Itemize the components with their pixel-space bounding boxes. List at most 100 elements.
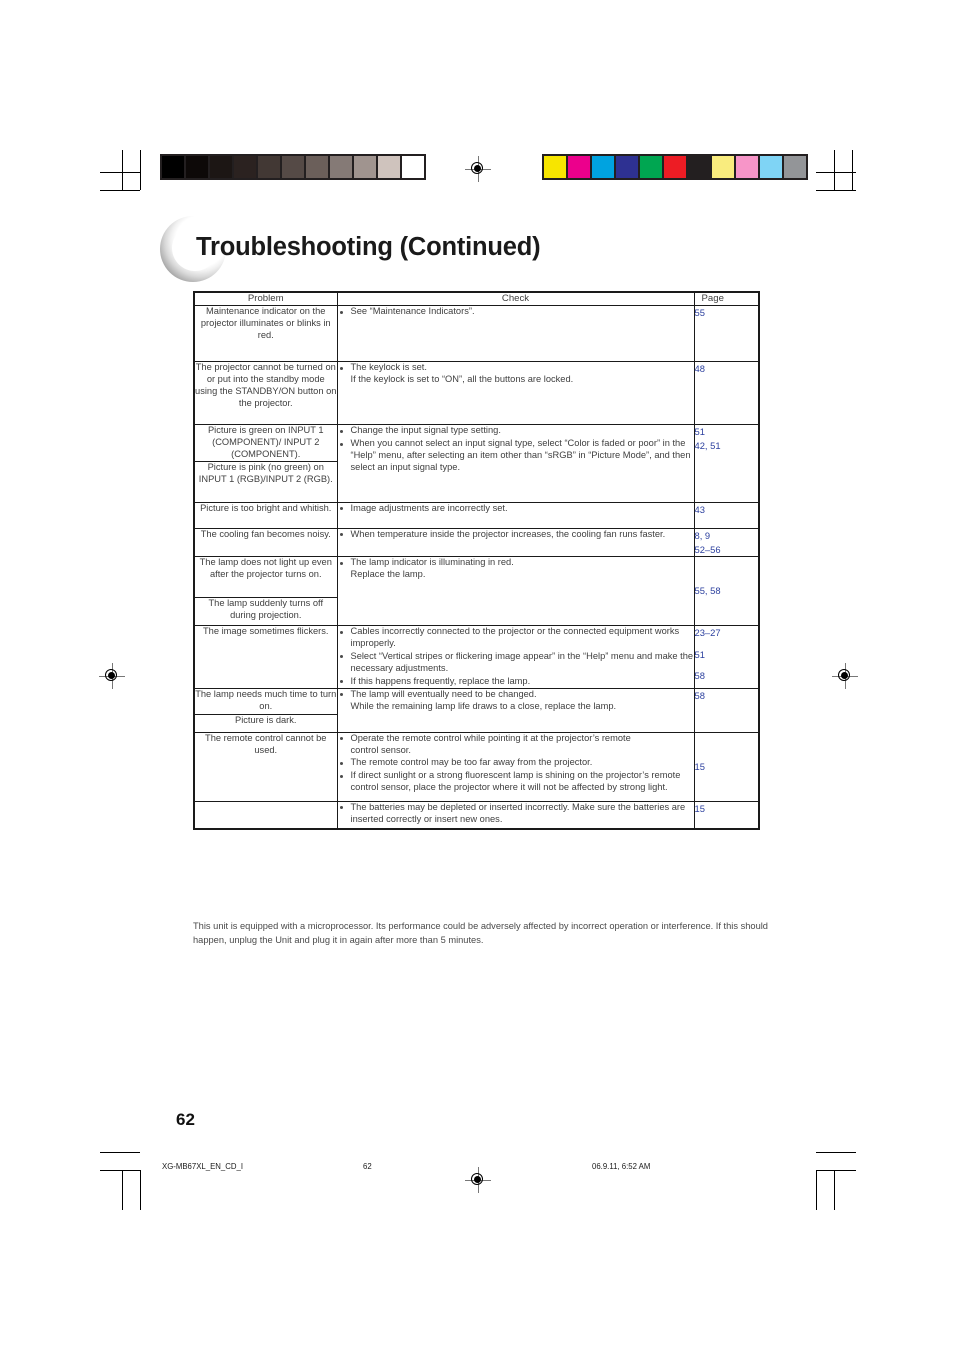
page-cell: 51 42, 51 (693, 424, 760, 503)
crop-mark-bl-h1 (100, 1152, 140, 1153)
crop-mark-tl-h1 (100, 172, 140, 173)
slug-timestamp: 06.9.11, 6:52 AM (592, 1162, 651, 1171)
problem-cell: Picture is green on INPUT 1 (COMPONENT)/… (193, 424, 338, 462)
page-cell: 43 (693, 501, 760, 529)
check-cell: The lamp will eventually need to be chan… (336, 687, 695, 733)
grayscale-swatch-10 (402, 156, 424, 178)
problem-cell: Picture is dark. (193, 713, 338, 733)
page-ref: 8, 9 (694, 529, 711, 541)
table-row: The lamp needs much time to turn on. The… (193, 687, 760, 733)
page-cell: 15 (693, 800, 760, 830)
problem-cell: The cooling fan becomes noisy. (193, 527, 338, 558)
color-swatch-8 (736, 156, 758, 178)
table-row: Picture is green on INPUT 1 (COMPONENT)/… (193, 424, 760, 503)
table-row: Picture is too bright and whitish. Image… (193, 501, 760, 529)
page-ref: 23–27 (694, 627, 721, 639)
problem-cell: The lamp suddenly turns off during proje… (193, 597, 338, 627)
problem-cell: Picture is pink (no green) on INPUT 1 (R… (193, 460, 338, 503)
color-swatch-0 (544, 156, 566, 178)
check-item: The remote control may be too far away f… (338, 757, 694, 769)
check-item-line: The lamp indicator is illuminating in re… (350, 557, 514, 568)
crop-mark-tr-h2 (816, 190, 856, 191)
column-header-problem: Problem (193, 291, 338, 307)
check-item: The lamp will eventually need to be chan… (338, 689, 694, 713)
check-item: Cables incorrectly connected to the proj… (338, 626, 694, 650)
grayscale-swatch-6 (306, 156, 328, 178)
check-item-subline: control sensor. (350, 744, 411, 755)
check-item: Operate the remote control while pointin… (338, 733, 694, 757)
check-cell: Change the input signal type setting. Wh… (336, 424, 695, 503)
grayscale-swatch-3 (234, 156, 256, 178)
page-ref: 51 (694, 648, 705, 660)
color-swatch-2 (592, 156, 614, 178)
crop-mark-br-v3 (816, 1170, 817, 1210)
check-item: Image adjustments are incorrectly set. (338, 503, 694, 515)
problem-cell: The image sometimes flickers. (193, 625, 338, 689)
crop-mark-br-v1 (834, 1170, 835, 1210)
crop-mark-tl-v1 (122, 150, 123, 190)
check-item: The keylock is set. If the keylock is se… (338, 362, 694, 386)
page-title: Troubleshooting (Continued) (196, 233, 541, 261)
color-swatch-9 (760, 156, 782, 178)
check-item: Select “Vertical stripes or flickering i… (338, 651, 694, 675)
crop-mark-tr-v2 (852, 150, 853, 190)
check-cell: Cables incorrectly connected to the proj… (336, 625, 695, 689)
check-item: When you cannot select an input signal t… (338, 438, 694, 474)
crop-mark-tl-h2 (100, 190, 140, 191)
registration-mark-left (99, 663, 125, 689)
table-header-row: Problem Check Page (193, 291, 760, 307)
page-number: 62 (176, 1110, 195, 1129)
grayscale-swatch-4 (258, 156, 280, 178)
check-item-line: The keylock is set. (350, 362, 427, 373)
page-header: Troubleshooting (Continued) (160, 216, 780, 286)
problem-cell: The remote control cannot be used. (193, 731, 338, 802)
grayscale-swatch-0 (162, 156, 184, 178)
page-cell: 8, 9 52–56 (693, 527, 760, 558)
problem-cell: Maintenance indicator on the projector i… (193, 305, 338, 363)
check-cell: Operate the remote control while pointin… (336, 731, 695, 802)
troubleshooting-table: Problem Check Page Maintenance indicator… (193, 291, 760, 830)
table-row: The projector cannot be turned on or put… (193, 361, 760, 426)
check-cell: Image adjustments are incorrectly set. (336, 501, 695, 529)
color-swatch-10 (784, 156, 806, 178)
crop-mark-bl-v2 (140, 1170, 141, 1210)
page-ref: 42, 51 (694, 439, 721, 451)
color-swatch-6 (688, 156, 710, 178)
table-row: The cooling fan becomes noisy. When temp… (193, 527, 760, 558)
page-cell: 15 (693, 731, 760, 802)
grayscale-calibration-bar (160, 154, 426, 180)
grayscale-swatch-8 (354, 156, 376, 178)
grayscale-swatch-7 (330, 156, 352, 178)
check-cell: See “Maintenance Indicators”. (336, 305, 695, 363)
check-cell: The batteries may be depleted or inserte… (336, 800, 695, 830)
crop-mark-bl-h2 (100, 1170, 140, 1171)
page-cell: 58 (693, 687, 760, 733)
problem-cell: The projector cannot be turned on or put… (193, 361, 338, 426)
check-item: The batteries may be depleted or inserte… (338, 802, 694, 826)
check-item: See “Maintenance Indicators”. (338, 306, 694, 318)
grayscale-swatch-9 (378, 156, 400, 178)
check-item: When temperature inside the projector in… (338, 529, 694, 541)
microprocessor-footnote: This unit is equipped with a microproces… (193, 921, 768, 946)
check-item: If this happens frequently, replace the … (338, 676, 694, 688)
table-row: Maintenance indicator on the projector i… (193, 305, 760, 363)
page-ref: 51 (694, 426, 705, 438)
crop-mark-tr-h1 (816, 172, 856, 173)
check-cell: When temperature inside the projector in… (336, 527, 695, 558)
column-header-check: Check (336, 291, 695, 307)
check-item-subline: While the remaining lamp life draws to a… (350, 700, 617, 711)
page-cell: 55 (693, 305, 760, 363)
table-row: The image sometimes flickers. Cables inc… (193, 625, 760, 689)
grayscale-swatch-1 (186, 156, 208, 178)
check-cell: The lamp indicator is illuminating in re… (336, 556, 695, 627)
crop-mark-br-h2 (816, 1170, 856, 1171)
check-item-line: Operate the remote control while pointin… (350, 732, 631, 743)
color-swatch-7 (712, 156, 734, 178)
problem-cell: The lamp does not light up even after th… (193, 556, 338, 599)
color-swatch-5 (664, 156, 686, 178)
check-item: If direct sunlight or a strong fluoresce… (338, 770, 694, 794)
page-cell: 55, 58 (693, 556, 760, 627)
table-row: The batteries may be depleted or inserte… (193, 800, 760, 830)
slug-page-number: 62 (363, 1162, 372, 1171)
color-swatch-1 (568, 156, 590, 178)
